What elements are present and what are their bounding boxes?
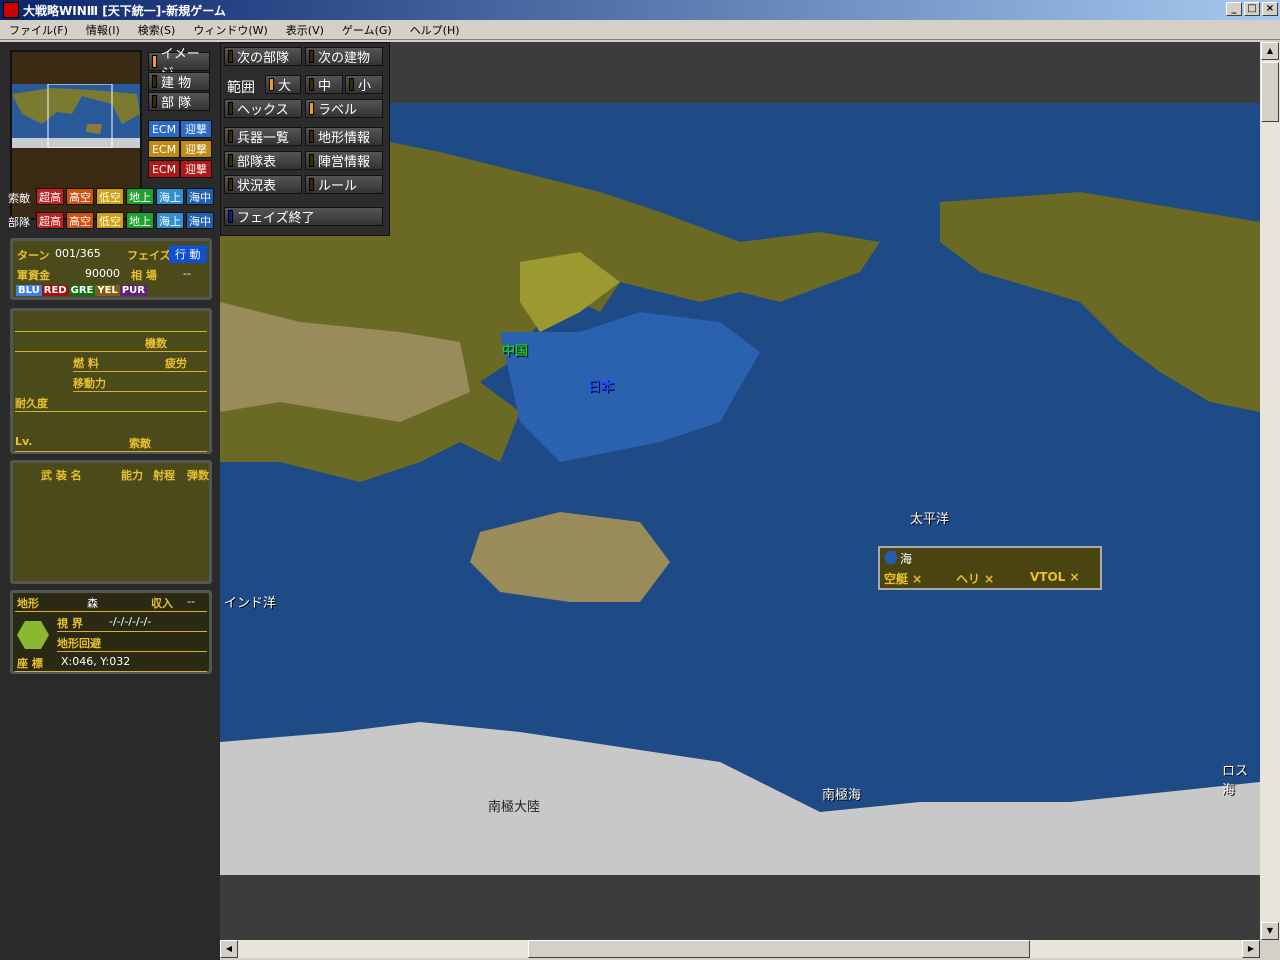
unit-info-panel: 機数 燃 料 疲労 移動力 耐久度 Lv. 索敵 xyxy=(10,308,212,454)
turn-value: 001/365 xyxy=(55,247,101,260)
layer-filter-button[interactable]: 地上 xyxy=(126,212,154,229)
toggle-buildings[interactable]: 建 物 xyxy=(148,72,210,91)
menu-search[interactable]: 検索(S) xyxy=(129,22,185,38)
end-phase-button[interactable]: フェイズ終了 xyxy=(224,207,383,226)
funds-value: 90000 xyxy=(85,267,120,280)
scroll-up-button[interactable]: ▲ xyxy=(1261,42,1279,60)
layer-filter-button[interactable]: 海上 xyxy=(156,188,184,205)
ecm-button[interactable]: ECM xyxy=(148,140,180,158)
ecm-button[interactable]: ECM xyxy=(148,120,180,138)
coord-value: X:046, Y:032 xyxy=(61,655,131,668)
scroll-left-button[interactable]: ◀ xyxy=(220,940,238,958)
title-bar: 大戦略WINⅢ [天下統一]-新規ゲーム _ □ × xyxy=(0,0,1280,20)
menu-window[interactable]: ウィンドウ(W) xyxy=(184,22,276,38)
weapons-panel: 武 装 名 能力 射程 弾数 xyxy=(10,460,212,584)
left-panel: イメージ 建 物 部 隊 ECM迎撃ECM迎撃ECM迎撃 索敵超高高空低空地上海… xyxy=(0,42,220,960)
horizontal-scrollbar[interactable]: ◀ ▶ xyxy=(220,940,1260,958)
label-antarctica: 南極大陸 xyxy=(488,800,541,815)
maximize-button[interactable]: □ xyxy=(1244,2,1260,16)
layer-filter-button[interactable]: 高空 xyxy=(66,212,94,229)
next-unit-button[interactable]: 次の部隊 xyxy=(224,47,302,66)
range-mid-button[interactable]: 中 xyxy=(305,75,343,94)
sea-hex-icon xyxy=(884,551,898,564)
menu-bar: ファイル(F) 情報(I) 検索(S) ウィンドウ(W) 表示(V) ゲーム(G… xyxy=(0,20,1280,40)
next-building-button[interactable]: 次の建物 xyxy=(305,47,383,66)
scroll-down-button[interactable]: ▼ xyxy=(1261,922,1279,940)
label-japan: 日本 xyxy=(588,380,615,395)
range-large-button[interactable]: 大 xyxy=(265,75,301,94)
minimize-button[interactable]: _ xyxy=(1226,2,1242,16)
terrain-value: 森 xyxy=(87,597,98,610)
toggle-units[interactable]: 部 隊 xyxy=(148,92,210,111)
layer-filter-button[interactable]: 高空 xyxy=(66,188,94,205)
terrain-panel: 地形 森 収入 -- 視 界 -/-/-/-/-/- 地形回避 座 標 X:04… xyxy=(10,590,212,674)
label-indian: インド洋 xyxy=(224,596,277,611)
forest-hex-icon xyxy=(17,621,49,649)
label-la: ロス海 xyxy=(1222,764,1249,798)
status-table-button[interactable]: 状況表 xyxy=(224,175,302,194)
phase-badge: 行 動 xyxy=(169,245,207,263)
layer-filter-button[interactable]: 超高 xyxy=(36,188,64,205)
intercept-button[interactable]: 迎撃 xyxy=(180,140,212,158)
status-panel: ターン 001/365 フェイズ 行 動 軍資金 90000 相 場 -- BL… xyxy=(10,238,212,300)
range-small-button[interactable]: 小 xyxy=(345,75,383,94)
hex-tooltip: 海 空艇 × ヘリ × VTOL × xyxy=(878,546,1102,590)
menu-file[interactable]: ファイル(F) xyxy=(0,22,77,38)
faction-badge: PUR xyxy=(119,285,147,296)
label-china: 中国 xyxy=(502,344,529,359)
layer-filter-button[interactable]: 低空 xyxy=(96,188,124,205)
layer-row-label: 索敵 xyxy=(8,192,30,205)
layer-filter-button[interactable]: 海中 xyxy=(186,212,214,229)
menu-game[interactable]: ゲーム(G) xyxy=(333,22,401,38)
faction-badge: RED xyxy=(41,285,69,296)
intercept-button[interactable]: 迎撃 xyxy=(180,160,212,178)
label-pacific: 太平洋 xyxy=(910,512,950,527)
layer-filter-button[interactable]: 海上 xyxy=(156,212,184,229)
rules-button[interactable]: ルール xyxy=(305,175,383,194)
terrain-info-button[interactable]: 地形情報 xyxy=(305,127,383,146)
hex-toggle[interactable]: ヘックス xyxy=(224,99,302,118)
app-logo-icon xyxy=(3,2,19,18)
layer-filter-button[interactable]: 海中 xyxy=(186,188,214,205)
label-toggle[interactable]: ラベル xyxy=(305,99,383,118)
faction-badge: YEL xyxy=(95,285,120,296)
camp-info-button[interactable]: 陣営情報 xyxy=(305,151,383,170)
layer-filter-button[interactable]: 地上 xyxy=(126,188,154,205)
layer-filter-button[interactable]: 超高 xyxy=(36,212,64,229)
tool-panel: 次の部隊 次の建物 範囲 大 中 小 ヘックス ラベル 兵器一覧 地形情報 部隊… xyxy=(220,42,390,236)
close-button[interactable]: × xyxy=(1262,2,1278,16)
scroll-right-button[interactable]: ▶ xyxy=(1242,940,1260,958)
intercept-button[interactable]: 迎撃 xyxy=(180,120,212,138)
weapons-list-button[interactable]: 兵器一覧 xyxy=(224,127,302,146)
toggle-image[interactable]: イメージ xyxy=(148,47,210,81)
layer-row-label: 部隊 xyxy=(8,216,30,229)
ecm-button[interactable]: ECM xyxy=(148,160,180,178)
faction-badge: GRE xyxy=(68,285,96,296)
unit-table-button[interactable]: 部隊表 xyxy=(224,151,302,170)
layer-filter-button[interactable]: 低空 xyxy=(96,212,124,229)
menu-info[interactable]: 情報(I) xyxy=(77,22,129,38)
label-southern: 南極海 xyxy=(822,788,862,803)
faction-badge: BLU xyxy=(16,285,42,296)
horizontal-scroll-thumb[interactable] xyxy=(528,940,1030,958)
menu-help[interactable]: ヘルプ(H) xyxy=(401,22,469,38)
window-title: 大戦略WINⅢ [天下統一]-新規ゲーム xyxy=(23,3,226,18)
vertical-scrollbar[interactable]: ▲ ▼ xyxy=(1260,42,1280,940)
vertical-scroll-thumb[interactable] xyxy=(1261,62,1279,122)
menu-view[interactable]: 表示(V) xyxy=(277,22,333,38)
